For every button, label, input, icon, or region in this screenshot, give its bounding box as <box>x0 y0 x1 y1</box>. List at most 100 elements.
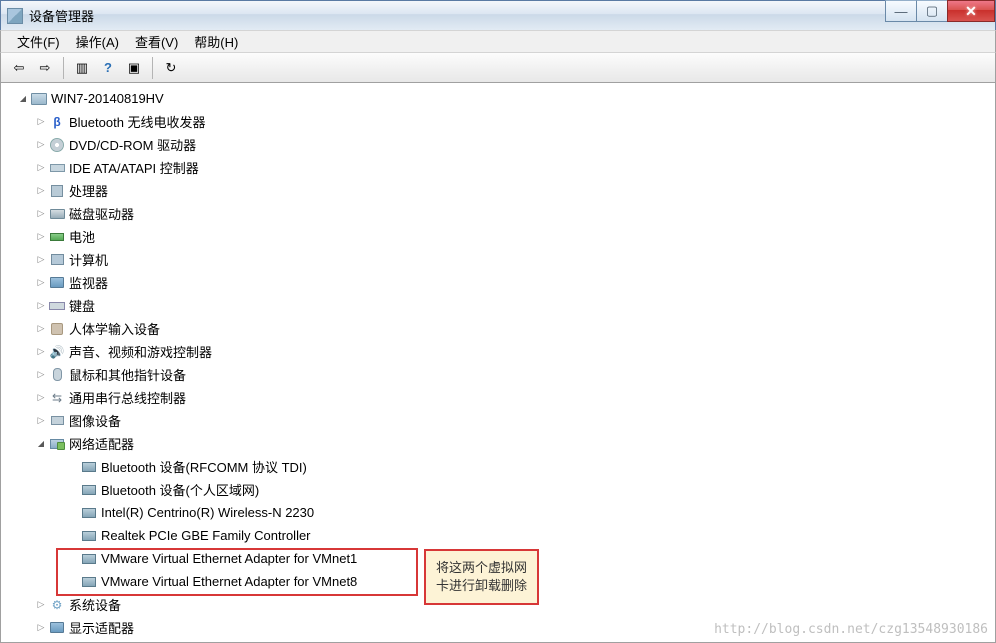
toolbar-separator <box>152 57 153 79</box>
mouse-icon <box>49 367 65 383</box>
annotation-line1: 将这两个虚拟网 <box>436 559 527 577</box>
menu-bar: 文件(F) 操作(A) 查看(V) 帮助(H) <box>0 30 996 53</box>
tree-category[interactable]: 鼠标和其他指针设备 <box>5 363 995 386</box>
tree-category[interactable]: 🔊声音、视频和游戏控制器 <box>5 340 995 363</box>
expander-icon[interactable] <box>33 344 49 360</box>
tree-device[interactable]: Bluetooth 设备(个人区域网) <box>5 478 995 501</box>
nic-icon <box>81 551 97 567</box>
tree-category-network[interactable]: 网络适配器 <box>5 432 995 455</box>
tree-category[interactable]: ⇆通用串行总线控制器 <box>5 386 995 409</box>
nic-icon <box>81 459 97 475</box>
category-label: 监视器 <box>69 273 108 292</box>
nic-icon <box>81 482 97 498</box>
tree-root[interactable]: WIN7-20140819HV <box>5 87 995 110</box>
tree-category[interactable]: βBluetooth 无线电收发器 <box>5 110 995 133</box>
menu-help[interactable]: 帮助(H) <box>186 29 246 54</box>
expander-icon[interactable] <box>33 436 49 452</box>
expander-icon[interactable] <box>33 413 49 429</box>
expander-icon[interactable] <box>33 275 49 291</box>
expander-icon[interactable] <box>33 137 49 153</box>
nic-icon <box>81 574 97 590</box>
expander-icon[interactable] <box>33 183 49 199</box>
scan-button[interactable]: ▣ <box>122 56 146 80</box>
device-label: Bluetooth 设备(个人区域网) <box>101 480 259 499</box>
expander-icon[interactable] <box>33 321 49 337</box>
expander-none <box>65 551 81 567</box>
expander-icon[interactable] <box>15 91 31 107</box>
device-label: VMware Virtual Ethernet Adapter for VMne… <box>101 551 357 566</box>
help-icon: ? <box>104 60 112 75</box>
forward-button[interactable]: ⇨ <box>33 56 57 80</box>
tree-category[interactable]: 人体学输入设备 <box>5 317 995 340</box>
network-adapter-icon <box>49 436 65 452</box>
processor-icon <box>49 183 65 199</box>
expander-icon[interactable] <box>33 298 49 314</box>
category-label: 人体学输入设备 <box>69 319 160 338</box>
window-title: 设备管理器 <box>29 6 94 25</box>
disk-drive-icon <box>49 206 65 222</box>
category-label: IDE ATA/ATAPI 控制器 <box>69 158 199 177</box>
tree-device[interactable]: Intel(R) Centrino(R) Wireless-N 2230 <box>5 501 995 524</box>
panel-icon: ▥ <box>76 60 88 76</box>
expander-none <box>65 528 81 544</box>
expander-icon[interactable] <box>33 252 49 268</box>
tree-category[interactable]: 计算机 <box>5 248 995 271</box>
maximize-button[interactable]: ▢ <box>916 0 948 22</box>
expander-icon[interactable] <box>33 229 49 245</box>
forward-arrow-icon: ⇨ <box>40 60 51 76</box>
menu-action[interactable]: 操作(A) <box>68 29 127 54</box>
expander-none <box>65 482 81 498</box>
tool-bar: ⇦ ⇨ ▥ ? ▣ ↻ <box>0 53 996 83</box>
help-button[interactable]: ? <box>96 56 120 80</box>
back-arrow-icon: ⇦ <box>14 60 25 76</box>
category-label: 显示适配器 <box>69 618 134 637</box>
nic-icon <box>81 505 97 521</box>
category-label: 键盘 <box>69 296 95 315</box>
category-label: Bluetooth 无线电收发器 <box>69 112 206 131</box>
expander-icon[interactable] <box>33 620 49 636</box>
hid-icon <box>49 321 65 337</box>
menu-view[interactable]: 查看(V) <box>127 29 186 54</box>
tree-category[interactable]: 监视器 <box>5 271 995 294</box>
menu-file[interactable]: 文件(F) <box>9 29 68 54</box>
tree-category[interactable]: 处理器 <box>5 179 995 202</box>
ide-controller-icon <box>49 160 65 176</box>
computer-category-icon <box>49 252 65 268</box>
panel-toggle-button[interactable]: ▥ <box>70 56 94 80</box>
nic-icon <box>81 528 97 544</box>
tree-category[interactable]: 磁盘驱动器 <box>5 202 995 225</box>
tree-category[interactable]: 电池 <box>5 225 995 248</box>
expander-icon[interactable] <box>33 160 49 176</box>
device-label: Intel(R) Centrino(R) Wireless-N 2230 <box>101 505 314 520</box>
expander-icon[interactable] <box>33 367 49 383</box>
toolbar-separator <box>63 57 64 79</box>
tree-device[interactable]: Realtek PCIe GBE Family Controller <box>5 524 995 547</box>
bluetooth-icon: β <box>49 114 65 130</box>
category-label: 处理器 <box>69 181 108 200</box>
refresh-button[interactable]: ↻ <box>159 56 183 80</box>
expander-icon[interactable] <box>33 597 49 613</box>
category-label: 系统设备 <box>69 595 121 614</box>
window-controls: — ▢ ✕ <box>886 0 995 22</box>
expander-icon[interactable] <box>33 390 49 406</box>
tree-category[interactable]: IDE ATA/ATAPI 控制器 <box>5 156 995 179</box>
scan-icon: ▣ <box>128 60 140 76</box>
close-button[interactable]: ✕ <box>947 0 995 22</box>
display-adapter-icon <box>49 620 65 636</box>
annotation-line2: 卡进行卸载删除 <box>436 577 527 595</box>
expander-icon[interactable] <box>33 114 49 130</box>
battery-icon <box>49 229 65 245</box>
expander-icon[interactable] <box>33 206 49 222</box>
sound-icon: 🔊 <box>49 344 65 360</box>
refresh-icon: ↻ <box>166 60 177 76</box>
back-button[interactable]: ⇦ <box>7 56 31 80</box>
category-label: 图像设备 <box>69 411 121 430</box>
minimize-button[interactable]: — <box>885 0 917 22</box>
tree-device[interactable]: Bluetooth 设备(RFCOMM 协议 TDI) <box>5 455 995 478</box>
tree-category[interactable]: 图像设备 <box>5 409 995 432</box>
category-label: 电池 <box>69 227 95 246</box>
tree-category[interactable]: 键盘 <box>5 294 995 317</box>
category-label: 声音、视频和游戏控制器 <box>69 342 212 361</box>
category-label: 鼠标和其他指针设备 <box>69 365 186 384</box>
tree-category[interactable]: DVD/CD-ROM 驱动器 <box>5 133 995 156</box>
